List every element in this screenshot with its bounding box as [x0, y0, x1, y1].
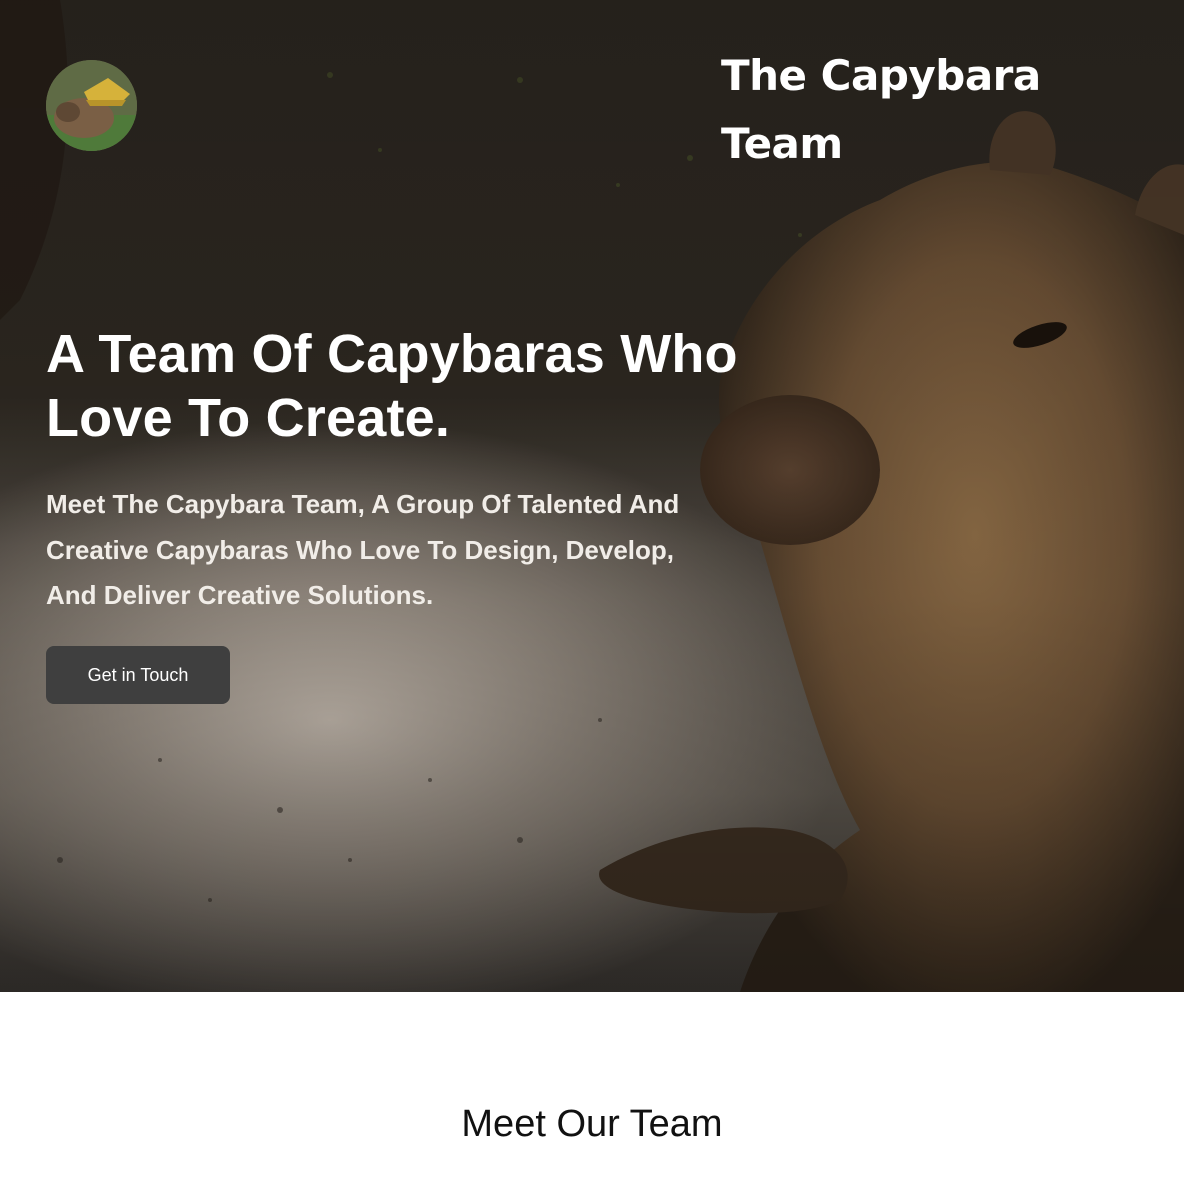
get-in-touch-button[interactable]: Get in Touch — [46, 646, 230, 704]
capybara-avatar-icon — [46, 60, 137, 151]
hero-headline: A Team Of Capybaras Who Love To Create. — [46, 324, 738, 448]
capybara-avatar-logo[interactable] — [46, 60, 137, 151]
hero-section: The Capybara Team A Team Of Capybaras Wh… — [0, 0, 1184, 992]
hero-subtext: Meet The Capybara Team, A Group Of Talen… — [46, 489, 680, 610]
meet-our-team-heading: Meet Our Team — [461, 1103, 723, 1145]
brand-name: The Capybara Team — [721, 51, 1041, 168]
